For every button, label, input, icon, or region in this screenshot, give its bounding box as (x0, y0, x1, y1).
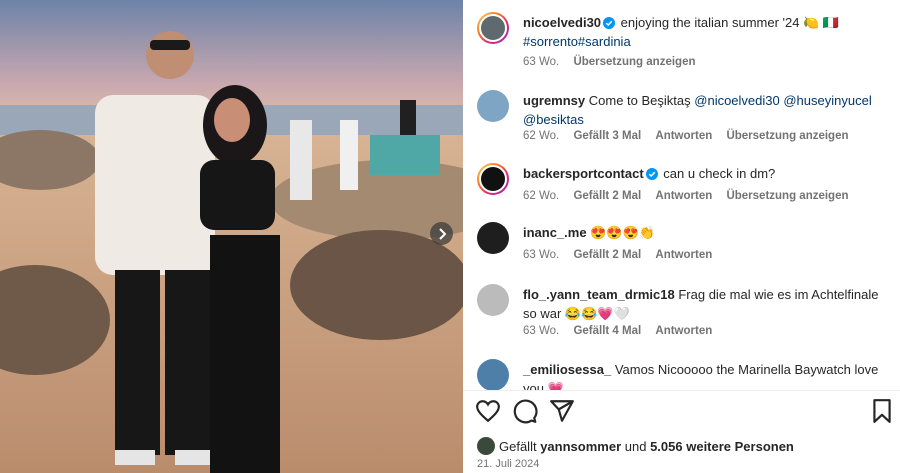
comment-meta: 62 Wo. Gefällt 3 Mal Antworten Übersetzu… (523, 130, 860, 142)
reply-button[interactable]: Antworten (655, 249, 712, 261)
comments-panel: nicoelvedi30 enjoying the italian summer… (463, 0, 900, 473)
liked-user[interactable]: yannsommer (540, 439, 621, 454)
post-actions (475, 398, 895, 426)
author-username[interactable]: nicoelvedi30 (523, 15, 601, 30)
post-date: 21. Juli 2024 (477, 458, 540, 470)
comment-likes[interactable]: Gefällt 2 Mal (573, 190, 641, 202)
commenter-username[interactable]: inanc_.me (523, 225, 587, 240)
commenter-avatar[interactable] (477, 90, 509, 122)
comment-age: 63 Wo. (523, 249, 560, 261)
share-icon[interactable] (549, 398, 575, 424)
liked-count[interactable]: 5.056 weitere Personen (650, 439, 794, 454)
caption-translate-link[interactable]: Übersetzung anzeigen (573, 56, 695, 68)
comment-age: 62 Wo. (523, 190, 560, 202)
caption-hashtags[interactable]: #sorrento#sardinia (523, 34, 631, 49)
comment-likes[interactable]: Gefällt 2 Mal (573, 249, 641, 261)
likes-summary: Gefällt yannsommer und 5.056 weitere Per… (477, 437, 794, 455)
caption-age: 63 Wo. (523, 56, 560, 68)
reply-button[interactable]: Antworten (655, 130, 712, 142)
comment-text: can u check in dm? (663, 166, 776, 181)
comment-list[interactable]: nicoelvedi30 enjoying the italian summer… (463, 0, 900, 390)
comment-text: 😍😍😍👏 (590, 225, 655, 240)
comment-age: 63 Wo. (523, 325, 560, 337)
chevron-right-icon (438, 227, 446, 240)
liked-mid: und (624, 439, 647, 454)
commenter-avatar[interactable] (477, 359, 509, 390)
commenter-username[interactable]: backersportcontact (523, 166, 644, 181)
commenter-avatar[interactable] (477, 163, 509, 195)
commenter-username[interactable]: flo_.yann_team_drmic18 (523, 287, 675, 302)
comment-meta: 62 Wo. Gefällt 2 Mal Antworten Übersetzu… (523, 190, 860, 202)
commenter-avatar[interactable] (477, 222, 509, 254)
commenter-username[interactable]: ugremnsy (523, 93, 585, 108)
comment-meta: 63 Wo. Gefällt 2 Mal Antworten (523, 249, 723, 261)
translate-link[interactable]: Übersetzung anzeigen (726, 190, 848, 202)
post-photo (0, 0, 463, 473)
translate-link[interactable]: Übersetzung anzeigen (726, 130, 848, 142)
comment-likes[interactable]: Gefällt 4 Mal (573, 325, 641, 337)
bookmark-icon[interactable] (869, 398, 895, 424)
reply-button[interactable]: Antworten (655, 190, 712, 202)
comment-text: Come to Beşiktaş (588, 93, 691, 108)
comment-age: 62 Wo. (523, 130, 560, 142)
caption-meta: 63 Wo. Übersetzung anzeigen (523, 56, 707, 68)
comment-icon[interactable] (512, 398, 538, 424)
comment-meta: 63 Wo. Gefällt 4 Mal Antworten (523, 325, 723, 337)
reply-button[interactable]: Antworten (655, 325, 712, 337)
verified-badge-icon (645, 168, 658, 180)
divider (463, 390, 900, 391)
caption-text: enjoying the italian summer '24 🍋 🇮🇹 (620, 15, 840, 30)
commenter-username[interactable]: _emiliosessa_ (523, 362, 611, 377)
heart-icon[interactable] (475, 398, 501, 424)
commenter-avatar[interactable] (477, 284, 509, 316)
photo-scene (0, 0, 463, 473)
verified-badge-icon (603, 17, 616, 29)
liker-avatar[interactable] (477, 437, 495, 455)
liked-prefix: Gefällt (499, 439, 537, 454)
next-photo-button[interactable] (430, 222, 453, 245)
author-avatar[interactable] (477, 12, 509, 44)
comment-likes[interactable]: Gefällt 3 Mal (573, 130, 641, 142)
